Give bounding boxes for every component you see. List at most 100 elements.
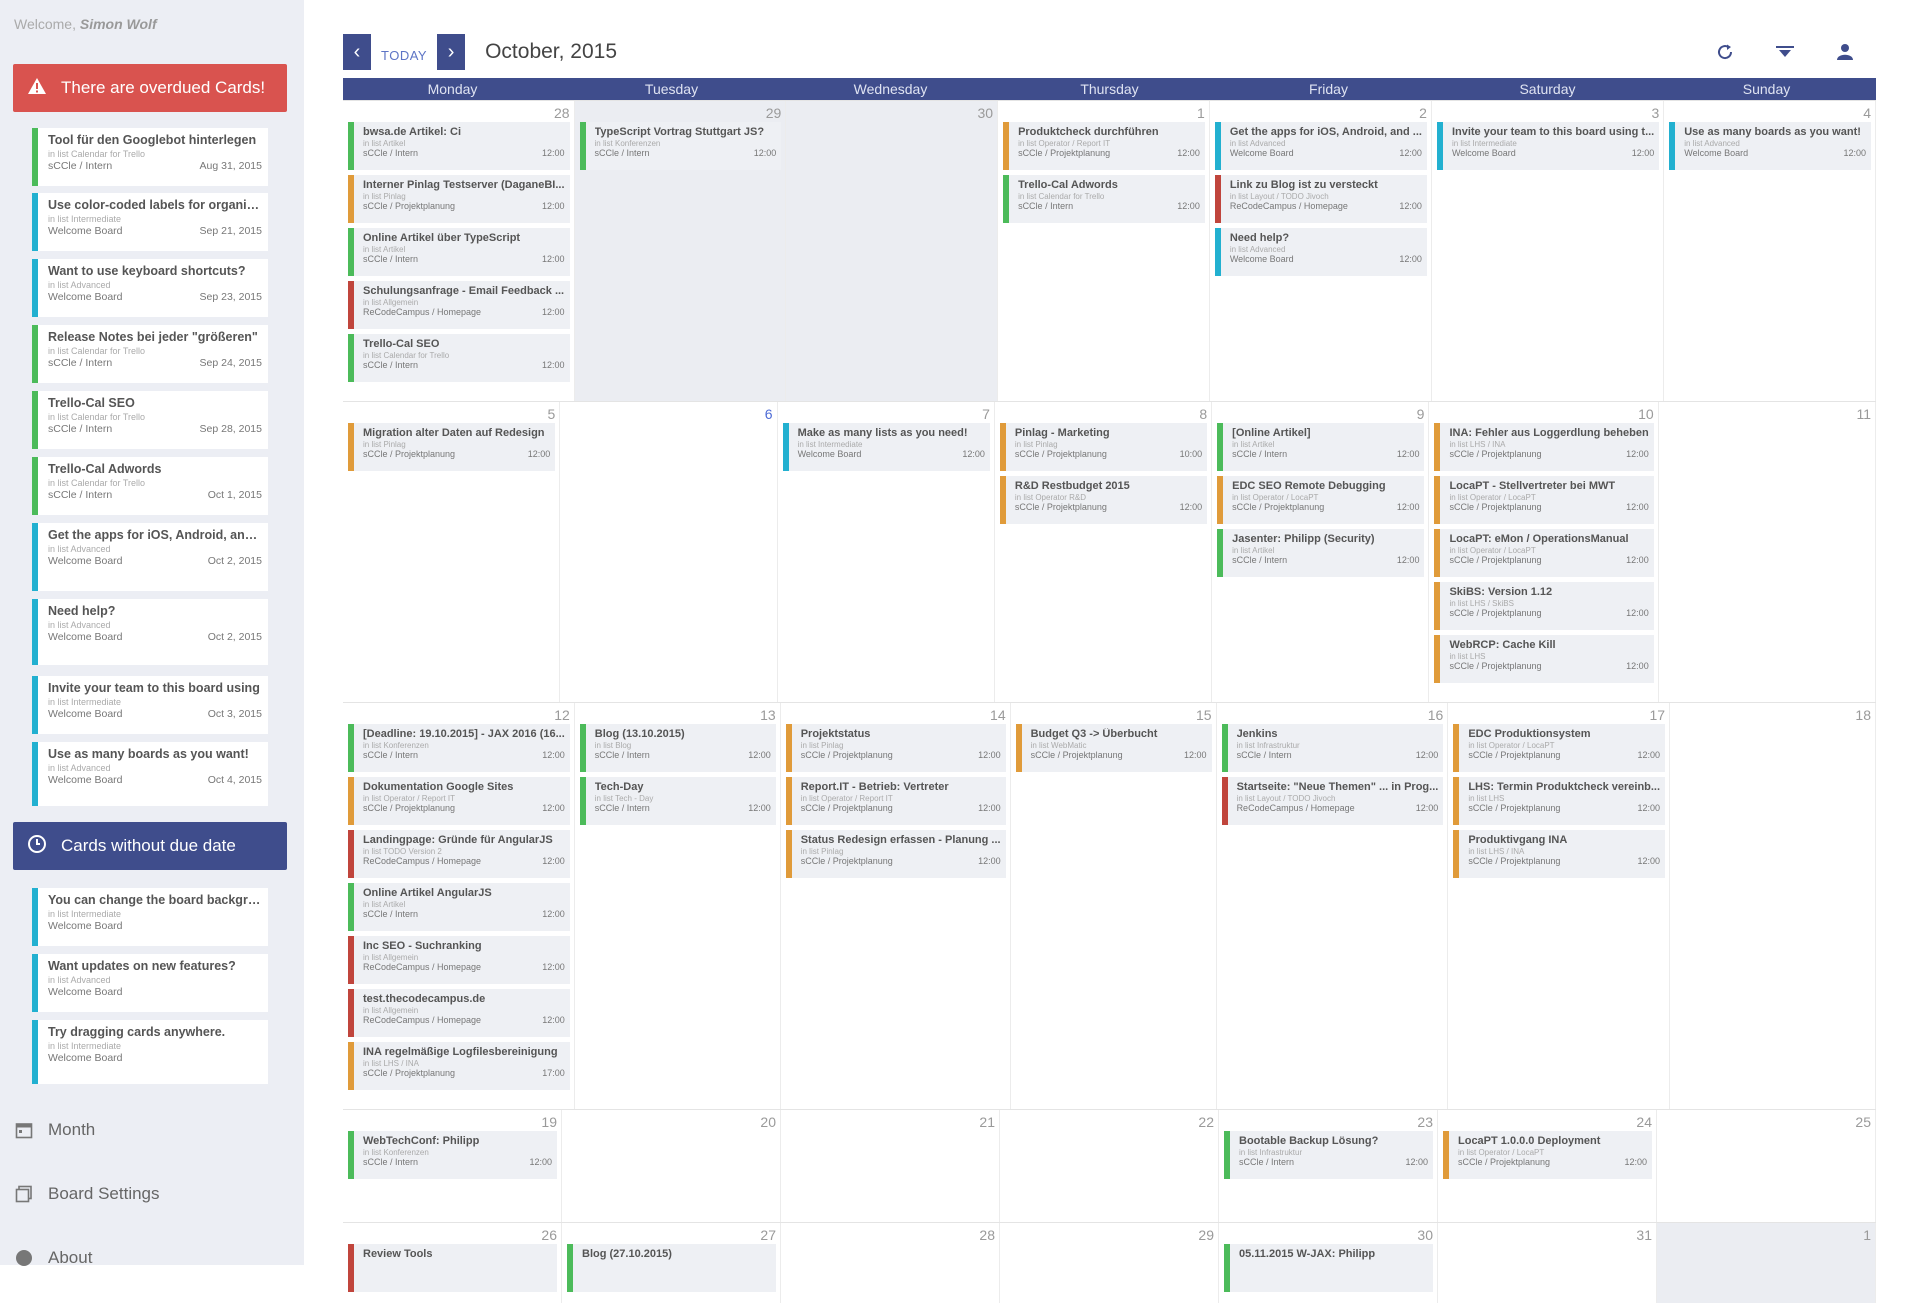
- calendar-card[interactable]: Produktcheck durchführen in list Operator…: [1003, 122, 1205, 170]
- calendar-day[interactable]: 1 Produktcheck durchführen in list Operato…: [998, 101, 1210, 401]
- calendar-card[interactable]: Online Artikel AngularJS in list Artikel s…: [348, 883, 570, 931]
- today-button[interactable]: TODAY: [381, 42, 427, 63]
- calendar-day[interactable]: 28 bwsa.de Artikel: Ci in list Artikel sCCl…: [343, 101, 575, 401]
- overdue-card[interactable]: Want to use keyboard shortcuts? in list A…: [32, 259, 268, 317]
- calendar-card[interactable]: R&D Restbudget 2015 in list Operator R&D s…: [999, 476, 1208, 524]
- calendar-card[interactable]: INA: Fehler aus Loggerdlung beheben in li…: [1434, 423, 1654, 471]
- calendar-card[interactable]: LocaPT 1.0.0.0 Deployment in list Operato…: [1443, 1131, 1652, 1179]
- overdue-card[interactable]: Need help? in list Advanced Welcome Board O…: [32, 599, 268, 665]
- calendar-card[interactable]: Startseite: "Neue Themen" ... in Prog...…: [1221, 777, 1444, 825]
- calendar-card[interactable]: Dokumentation Google Sites in list Operat…: [348, 777, 570, 825]
- calendar-card[interactable]: INA regelmäßige Logfilesbereinigung in li…: [348, 1042, 570, 1090]
- calendar-card[interactable]: Blog (13.10.2015) in list Blog sCCle / Int…: [579, 724, 776, 772]
- calendar-day[interactable]: 24 LocaPT 1.0.0.0 Deployment in list Opera…: [1438, 1110, 1657, 1222]
- calendar-card[interactable]: LocaPT - Stellvertreter bei MWT in list O…: [1434, 476, 1654, 524]
- calendar-card[interactable]: WebRCP: Cache Kill in list LHS sCCle / Pro…: [1434, 635, 1654, 683]
- calendar-day[interactable]: 14 Projektstatus in list Pinlag sCCle / Pro…: [781, 703, 1011, 1109]
- calendar-card[interactable]: Online Artikel über TypeScript in list Ar…: [348, 228, 570, 276]
- calendar-card[interactable]: bwsa.de Artikel: Ci in list Artikel sCCle …: [348, 122, 570, 170]
- calendar-day[interactable]: 7 Make as many lists as you need! in list …: [778, 402, 995, 702]
- calendar-day[interactable]: 13 Blog (13.10.2015) in list Blog sCCle / I…: [575, 703, 781, 1109]
- overdue-card[interactable]: Tool für den Googlebot hinterlegen in lis…: [32, 128, 268, 186]
- calendar-day[interactable]: 5 Migration alter Daten auf Redesign in li…: [343, 402, 561, 702]
- next-month-button[interactable]: ›: [437, 34, 466, 70]
- calendar-day[interactable]: 31: [1438, 1223, 1657, 1303]
- calendar-card[interactable]: Link zu Blog ist zu versteckt in list Lay…: [1214, 175, 1427, 223]
- filter-icon[interactable]: [1773, 40, 1797, 64]
- overdue-card[interactable]: Invite your team to this board using in l…: [32, 676, 268, 734]
- calendar-card[interactable]: TypeScript Vortrag Stuttgart JS? in list …: [579, 122, 782, 170]
- calendar-day[interactable]: 30 05.11.2015 W-JAX: Philipp: [1219, 1223, 1438, 1303]
- overdue-card[interactable]: Trello-Cal SEO in list Calendar for Trell…: [32, 391, 268, 449]
- calendar-card[interactable]: LocaPT: eMon / OperationsManual in list O…: [1434, 529, 1654, 577]
- calendar-day[interactable]: 16 Jenkins in list Infrastruktur sCCle / In…: [1217, 703, 1449, 1109]
- calendar-card[interactable]: test.thecodecampus.de in list Allgemein Re…: [348, 989, 570, 1037]
- calendar-day[interactable]: 29: [1000, 1223, 1219, 1303]
- calendar-day[interactable]: 2 Get the apps for iOS, Android, and ... i…: [1210, 101, 1432, 401]
- calendar-card[interactable]: Trello-Cal SEO in list Calendar for Trell…: [348, 334, 570, 382]
- calendar-day[interactable]: 27 Blog (27.10.2015): [562, 1223, 781, 1303]
- calendar-day[interactable]: 10 INA: Fehler aus Loggerdlung beheben in …: [1429, 402, 1659, 702]
- calendar-card[interactable]: WebTechConf: Philipp in list Konferenzen s…: [348, 1131, 557, 1179]
- calendar-day[interactable]: 8 Pinlag - Marketing in list Pinlag sCCle /…: [995, 402, 1213, 702]
- calendar-day[interactable]: 29 TypeScript Vortrag Stuttgart JS? in lis…: [574, 101, 787, 401]
- calendar-card[interactable]: Migration alter Daten auf Redesign in lis…: [348, 423, 556, 471]
- calendar-card[interactable]: Bootable Backup Lösung? in list Infrastru…: [1224, 1131, 1433, 1179]
- nodue-card[interactable]: You can change the board background in li…: [32, 888, 268, 946]
- calendar-day[interactable]: 23 Bootable Backup Lösung? in list Infrast…: [1219, 1110, 1438, 1222]
- calendar-card[interactable]: Use as many boards as you want! in list A…: [1669, 122, 1871, 170]
- calendar-day[interactable]: 25: [1657, 1110, 1876, 1222]
- calendar-card[interactable]: [Online Artikel] in list Artikel sCCle / I…: [1217, 423, 1425, 471]
- calendar-day[interactable]: 3 Invite your team to this board using t.…: [1432, 101, 1665, 401]
- calendar-day[interactable]: 17 EDC Produktionsystem in list Operator /…: [1448, 703, 1671, 1109]
- calendar-day[interactable]: 4 Use as many boards as you want! in list …: [1664, 101, 1876, 401]
- refresh-icon[interactable]: [1713, 40, 1737, 64]
- calendar-card[interactable]: [Deadline: 19.10.2015] - JAX 2016 (16...…: [348, 724, 570, 772]
- calendar-card[interactable]: Blog (27.10.2015): [567, 1244, 776, 1292]
- overdue-alert[interactable]: There are overdued Cards!: [13, 64, 287, 112]
- calendar-card[interactable]: SkiBS: Version 1.12 in list LHS / SkiBS sC…: [1434, 582, 1654, 630]
- calendar-card[interactable]: Need help? in list Advanced Welcome Board 1…: [1214, 228, 1427, 276]
- menu-board-settings[interactable]: Board Settings: [14, 1184, 160, 1204]
- calendar-day[interactable]: 22: [1000, 1110, 1219, 1222]
- menu-about[interactable]: About: [14, 1248, 92, 1268]
- overdue-card[interactable]: Trello-Cal Adwords in list Calendar for T…: [32, 457, 268, 515]
- calendar-card[interactable]: Schulungsanfrage - Email Feedback ... in …: [348, 281, 570, 329]
- calendar-card[interactable]: Projektstatus in list Pinlag sCCle / Proje…: [785, 724, 1006, 772]
- calendar-card[interactable]: Report.IT - Betrieb: Vertreter in list Op…: [785, 777, 1006, 825]
- calendar-card[interactable]: Get the apps for iOS, Android, and ... in…: [1214, 122, 1427, 170]
- nodue-card[interactable]: Want updates on new features? in list Adv…: [32, 954, 268, 1012]
- overdue-card[interactable]: Use color-coded labels for organization i…: [32, 193, 268, 251]
- calendar-card[interactable]: Make as many lists as you need! in list I…: [782, 423, 990, 471]
- menu-month[interactable]: Month: [14, 1120, 95, 1140]
- calendar-card[interactable]: Review Tools: [348, 1244, 557, 1292]
- calendar-card[interactable]: Jenkins in list Infrastruktur sCCle / Inte…: [1221, 724, 1444, 772]
- calendar-day[interactable]: 9 [Online Artikel] in list Artikel sCCle / …: [1212, 402, 1430, 702]
- calendar-day[interactable]: 18: [1670, 703, 1876, 1109]
- calendar-card[interactable]: Interner Pinlag Testserver (DaganeBI... i…: [348, 175, 570, 223]
- calendar-day[interactable]: 21: [781, 1110, 1000, 1222]
- calendar-card[interactable]: EDC SEO Remote Debugging in list Operator…: [1217, 476, 1425, 524]
- calendar-day[interactable]: 15 Budget Q3 -> Überbucht in list WebMatic…: [1011, 703, 1217, 1109]
- nodue-card[interactable]: Try dragging cards anywhere. in list Inte…: [32, 1020, 268, 1084]
- overdue-card[interactable]: Release Notes bei jeder "größeren" in lis…: [32, 325, 268, 383]
- calendar-card[interactable]: Trello-Cal Adwords in list Calendar for T…: [1003, 175, 1205, 223]
- calendar-day[interactable]: 11: [1659, 402, 1876, 702]
- calendar-card[interactable]: EDC Produktionsystem in list Operator / L…: [1453, 724, 1666, 772]
- calendar-card[interactable]: Landingpage: Gründe für AngularJS in list…: [348, 830, 570, 878]
- calendar-card[interactable]: Status Redesign erfassen - Planung ... in…: [785, 830, 1006, 878]
- calendar-card[interactable]: Produktivgang INA in list LHS / INA sCCle …: [1453, 830, 1666, 878]
- calendar-day[interactable]: 30: [786, 101, 999, 401]
- calendar-day[interactable]: 20: [562, 1110, 781, 1222]
- calendar-card[interactable]: 05.11.2015 W-JAX: Philipp: [1224, 1244, 1433, 1292]
- calendar-day[interactable]: 28: [781, 1223, 1000, 1303]
- prev-month-button[interactable]: ‹: [343, 34, 371, 70]
- calendar-card[interactable]: Tech-Day in list Tech - Day sCCle / Intern…: [579, 777, 776, 825]
- calendar-day[interactable]: 26 Review Tools: [343, 1223, 562, 1303]
- calendar-day[interactable]: 12 [Deadline: 19.10.2015] - JAX 2016 (16.…: [343, 703, 575, 1109]
- calendar-card[interactable]: Pinlag - Marketing in list Pinlag sCCle / …: [999, 423, 1208, 471]
- calendar-day[interactable]: 6: [560, 402, 778, 702]
- user-icon[interactable]: [1833, 40, 1857, 64]
- overdue-card[interactable]: Get the apps for iOS, Android, and Windo…: [32, 523, 268, 591]
- calendar-card[interactable]: Inc SEO - Suchranking in list Allgemein Re…: [348, 936, 570, 984]
